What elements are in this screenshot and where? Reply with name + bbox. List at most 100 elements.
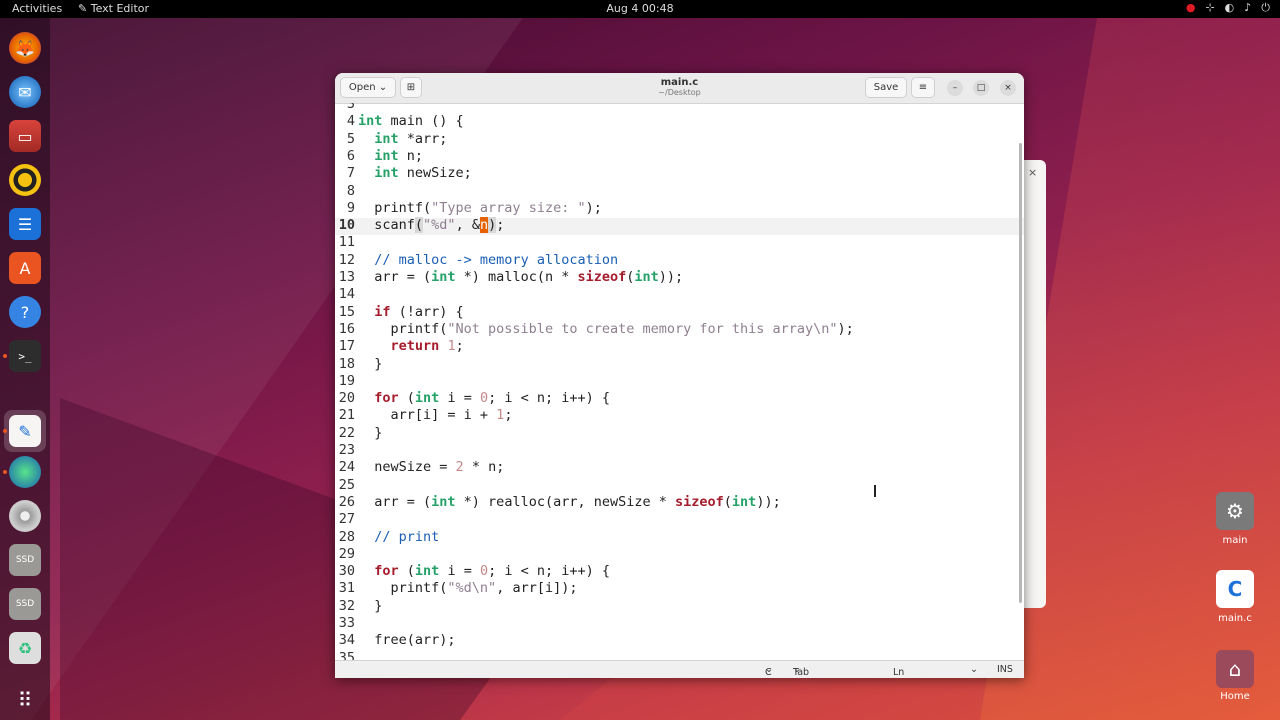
apps-grid-icon[interactable]: ⠿ [9, 684, 41, 716]
line-number: 32 [338, 597, 355, 614]
line-number: 17 [338, 338, 355, 355]
writer-icon[interactable]: ☰ [9, 208, 41, 240]
code-line[interactable]: printf("%d\n", arr[i]); [358, 580, 578, 596]
code-line[interactable]: int *arr; [358, 131, 447, 147]
line-number: 28 [338, 528, 355, 545]
background-window[interactable]: × [1024, 160, 1046, 608]
code-line[interactable]: int n; [358, 148, 423, 164]
system-tray[interactable]: ● ⊹ ◐ ♪ ⏻ [1186, 1, 1270, 15]
code-line[interactable]: } [358, 598, 382, 614]
help-icon[interactable]: ? [9, 296, 41, 328]
line-number: 34 [338, 632, 355, 649]
code-line[interactable]: printf("Type array size: "); [358, 200, 602, 216]
code-view[interactable]: 3 4 int main () {5 int *arr; 6 int n; 7 int … [335, 103, 1024, 660]
code-line[interactable]: int main () { [358, 113, 464, 129]
software-icon[interactable]: A [9, 252, 41, 284]
line-number: 11 [338, 234, 355, 251]
desktop-icon-label: main [1222, 535, 1248, 546]
line-number: 12 [338, 251, 355, 268]
power-icon: ⏻ [1261, 1, 1270, 14]
code-line[interactable]: int newSize; [358, 165, 472, 181]
language-selector[interactable]: C ⌄ [765, 664, 773, 678]
line-number: 25 [338, 476, 355, 493]
code-line[interactable]: free(arr); [358, 632, 455, 648]
menu-button[interactable]: ≡ [911, 77, 935, 98]
tab-width-selector[interactable]: Tab Width: 4 ⌄ [793, 664, 809, 678]
desktop-icon-label: main.c [1218, 613, 1252, 624]
globe-icon[interactable] [9, 456, 41, 488]
code-line[interactable]: arr[i] = i + 1; [358, 407, 513, 423]
code-line[interactable]: return 1; [358, 338, 464, 354]
line-number: 26 [338, 493, 355, 510]
line-number: 14 [338, 286, 355, 303]
ssd-icon[interactable]: SSD [9, 544, 41, 576]
code-line[interactable]: newSize = 2 * n; [358, 459, 504, 475]
accessibility-icon: ◐ [1224, 1, 1235, 14]
desktop-icon-main[interactable]: ⚙ main [1205, 492, 1265, 546]
files-icon[interactable]: ▭ [9, 120, 41, 152]
line-number: 30 [338, 563, 355, 580]
header-bar: Open ⌄ ⊞ main.c ~/Desktop Save ≡ – □ × [335, 73, 1024, 104]
code-line[interactable]: // malloc -> memory allocation [358, 252, 618, 268]
code-line[interactable]: arr = (int *) malloc(n * sizeof(int)); [358, 269, 683, 285]
home-folder-icon: ⌂ [1216, 650, 1254, 688]
line-number: 8 [346, 182, 355, 199]
volume-icon: ♪ [1244, 1, 1252, 14]
running-indicator [3, 429, 7, 433]
code-line[interactable]: printf("Not possible to create memory fo… [358, 321, 854, 337]
vertical-scrollbar[interactable] [1019, 143, 1022, 603]
line-number: 29 [338, 545, 355, 562]
running-indicator [3, 470, 7, 474]
line-number: 19 [338, 372, 355, 389]
thunderbird-icon[interactable]: ✉ [9, 76, 41, 108]
line-number: 23 [338, 442, 355, 458]
maximize-button[interactable]: □ [973, 80, 989, 96]
hamburger-menu-icon: ≡ [918, 82, 928, 93]
line-number: 33 [338, 615, 355, 631]
code-line[interactable]: for (int i = 0; i < n; i++) { [358, 390, 610, 406]
code-line[interactable]: arr = (int *) realloc(arr, newSize * siz… [358, 494, 780, 510]
line-number: 16 [338, 320, 355, 337]
line-number: 10 [338, 217, 355, 234]
chevron-down-icon[interactable]: ⌄ [970, 664, 978, 675]
text-editor-icon[interactable]: ✎ [9, 415, 41, 447]
code-line[interactable]: } [358, 425, 382, 441]
line-number: 9 [346, 199, 355, 216]
terminal-icon[interactable]: >_ [9, 340, 41, 372]
line-number: 5 [346, 130, 355, 147]
line-number: 6 [346, 147, 355, 164]
close-icon[interactable]: × [1028, 166, 1037, 179]
firefox-icon[interactable]: 🦊 [9, 32, 41, 64]
minimize-button[interactable]: – [947, 80, 963, 96]
c-file-icon: C [1216, 570, 1254, 608]
close-button[interactable]: × [1000, 80, 1016, 96]
save-button[interactable]: Save [865, 77, 907, 98]
disc-icon[interactable] [9, 500, 41, 532]
code-line[interactable]: } [358, 356, 382, 372]
code-line[interactable]: scanf("%d", &n); [358, 217, 504, 234]
line-number: 4 [346, 113, 355, 130]
trash-icon[interactable]: ♻ [9, 632, 41, 664]
code-line[interactable]: for (int i = 0; i < n; i++) { [358, 563, 610, 579]
text-cursor-icon [874, 485, 876, 497]
rhythmbox-icon[interactable] [9, 164, 41, 196]
line-number: 22 [338, 424, 355, 441]
desktop-icon-main-c[interactable]: C main.c [1205, 570, 1265, 624]
desktop-icon-home[interactable]: ⌂ Home [1205, 650, 1265, 702]
dock: 🦊 ✉ ▭ ☰ A ? >_ ✎ SSD SSD ♻ ⠿ [0, 18, 50, 720]
maximize-icon: □ [976, 83, 986, 93]
ssd-icon[interactable]: SSD [9, 588, 41, 620]
network-icon: ⊹ [1205, 1, 1215, 14]
insert-mode[interactable]: INS [997, 664, 1013, 675]
close-icon: × [1004, 83, 1012, 93]
line-number: 13 [338, 269, 355, 285]
line-number: 27 [338, 511, 355, 528]
line-number: 7 [346, 165, 355, 182]
code-line[interactable]: // print [358, 529, 439, 545]
top-bar: Activities ✎ Text Editor Aug 4 00:48 ● ⊹… [0, 0, 1280, 18]
code-line[interactable]: if (!arr) { [358, 304, 463, 320]
line-number: 3 [346, 103, 355, 112]
line-number: 18 [338, 355, 355, 372]
clock[interactable]: Aug 4 00:48 [0, 2, 1280, 15]
text-editor-window: Open ⌄ ⊞ main.c ~/Desktop Save ≡ – □ × 3… [335, 73, 1024, 678]
